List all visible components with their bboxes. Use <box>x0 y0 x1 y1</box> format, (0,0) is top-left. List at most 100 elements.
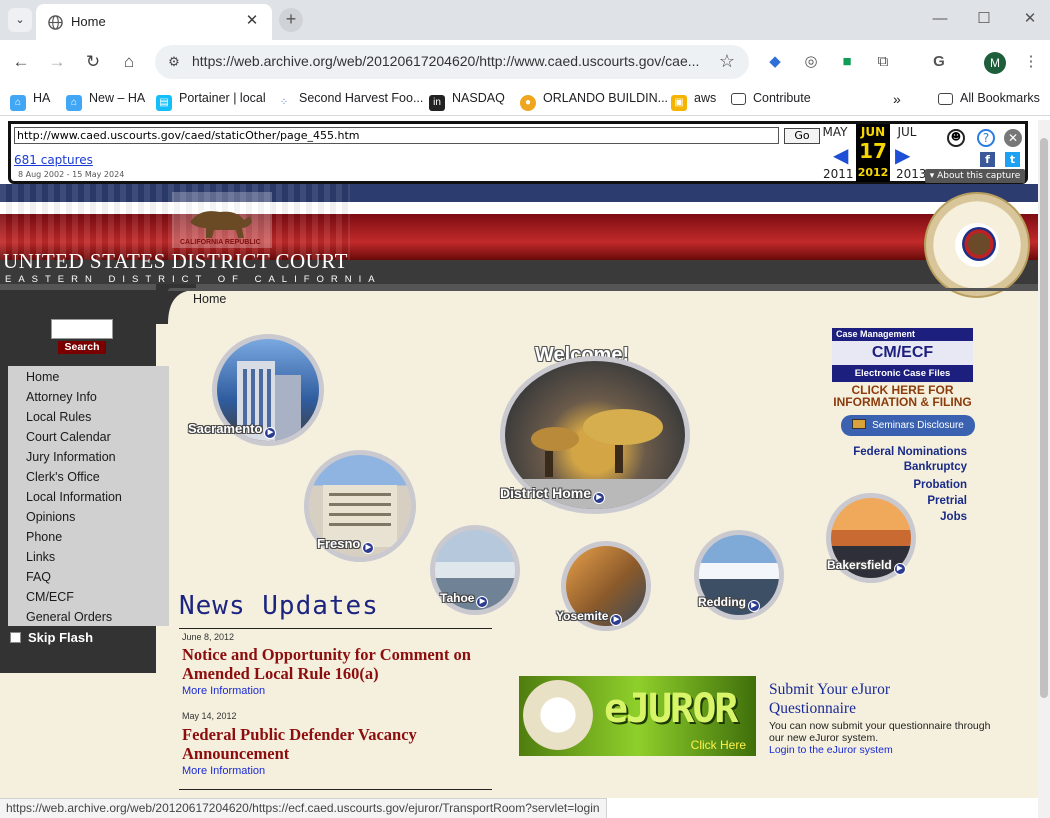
site-info-icon[interactable]: ⚙ <box>163 51 185 73</box>
grammarly-icon[interactable]: ◎ <box>801 52 821 72</box>
yosemite-link[interactable]: Yosemite ▶ <box>556 609 623 626</box>
next-month[interactable]: JUL <box>889 125 925 139</box>
extension-green-icon[interactable]: ■ <box>837 52 857 72</box>
kebab-menu-icon[interactable]: ⋮ <box>1021 52 1041 72</box>
nav-jury-information[interactable]: Jury Information <box>26 450 116 464</box>
all-bookmarks[interactable]: All Bookmarks <box>938 91 1040 109</box>
cmecf-info-link[interactable]: CLICK HERE FOR INFORMATION & FILING <box>832 384 973 408</box>
captures-link[interactable]: 681 captures <box>14 153 93 167</box>
prev-capture-arrow-icon[interactable]: ◀ <box>833 143 848 167</box>
bankruptcy-link[interactable]: Bankruptcy <box>904 461 967 473</box>
bookmark-contribute[interactable]: Contribute <box>731 91 811 109</box>
more-bookmarks-chevron-icon[interactable]: » <box>893 91 901 109</box>
nav-local-rules[interactable]: Local Rules <box>26 410 91 424</box>
cmecf-label-2: CM/ECF <box>832 341 973 365</box>
jobs-link[interactable]: Jobs <box>940 511 967 523</box>
user-icon[interactable]: ☻ <box>947 129 965 147</box>
tab-strip: ⌄ Home ✕ + — ☐ ✕ <box>0 0 1050 40</box>
news-headline[interactable]: Notice and Opportunity for Comment on Am… <box>182 645 512 683</box>
scrollbar-thumb[interactable] <box>1040 138 1048 698</box>
close-window-button[interactable]: ✕ <box>1015 8 1045 30</box>
nav-local-information[interactable]: Local Information <box>26 490 122 504</box>
site-search-input[interactable] <box>51 319 113 339</box>
current-year: 2012 <box>857 166 889 179</box>
next-capture-arrow-icon[interactable]: ▶ <box>895 143 910 167</box>
nav-opinions[interactable]: Opinions <box>26 510 75 524</box>
content-top-border <box>168 288 1038 291</box>
minimize-button[interactable]: — <box>925 8 955 30</box>
active-tab[interactable]: Home ✕ <box>36 4 272 40</box>
bookmark-portainer[interactable]: ▤ Portainer | local <box>156 91 266 111</box>
current-day: 17 <box>859 139 887 163</box>
bookmark-new-ha[interactable]: ⌂ New – HA <box>66 91 145 111</box>
prev-year[interactable]: 2011 <box>823 167 854 181</box>
address-url[interactable]: https://web.archive.org/web/201206172046… <box>192 53 699 69</box>
current-month: JUN <box>860 125 886 139</box>
next-year[interactable]: 2013 <box>896 167 927 181</box>
home-icon[interactable]: ⌂ <box>117 50 141 74</box>
site-search-button[interactable]: Search <box>58 341 106 354</box>
federal-nominations-link[interactable]: Federal Nominations <box>853 446 967 458</box>
ejuror-title-link[interactable]: Submit Your eJuror Questionnaire <box>769 680 969 718</box>
sacramento-link[interactable]: Sacramento ▶ <box>188 421 277 439</box>
nav-home[interactable]: Home <box>26 370 59 384</box>
bookmark-second-harvest[interactable]: ⁘ Second Harvest Foo... <box>276 91 423 111</box>
facebook-icon[interactable]: f <box>980 152 995 167</box>
nav-attorney-info[interactable]: Attorney Info <box>26 390 97 404</box>
play-arrow-icon: ▶ <box>893 563 906 575</box>
nav-clerks-office[interactable]: Clerk's Office <box>26 470 100 484</box>
bookmark-star-icon[interactable]: ☆ <box>719 51 735 72</box>
puzzle-extensions-icon[interactable]: ⧉ <box>873 52 893 72</box>
bookmark-aws[interactable]: ▣ aws <box>671 91 716 111</box>
wayback-go-button[interactable]: Go <box>784 128 820 144</box>
help-icon[interactable]: ? <box>977 129 995 147</box>
redding-link[interactable]: Redding ▶ <box>698 595 760 612</box>
close-wayback-icon[interactable]: ✕ <box>1004 129 1022 147</box>
nav-phone[interactable]: Phone <box>26 530 62 544</box>
district-home-link[interactable]: District Home ▶ <box>500 485 606 504</box>
about-capture-button[interactable]: ▾ About this capture <box>925 169 1025 183</box>
maximize-button[interactable]: ☐ <box>969 8 999 30</box>
ejuror-banner[interactable]: eJUROR Click Here <box>519 676 756 756</box>
pretrial-link[interactable]: Pretrial <box>927 495 967 507</box>
bookmark-nasdaq[interactable]: in NASDAQ <box>429 91 505 111</box>
bakersfield-link[interactable]: Bakersfield ▶ <box>827 558 906 575</box>
google-icon[interactable]: G <box>929 52 949 72</box>
court-seal-icon <box>523 680 593 750</box>
reload-icon[interactable]: ↻ <box>81 50 105 74</box>
bookmark-orlando[interactable]: ● ORLANDO BUILDIN... <box>520 91 668 111</box>
nav-links[interactable]: Links <box>26 550 55 564</box>
skip-flash-checkbox[interactable]: Skip Flash <box>10 630 93 645</box>
new-tab-button[interactable]: + <box>279 8 303 32</box>
nav-general-orders[interactable]: General Orders <box>26 610 112 624</box>
close-tab-icon[interactable]: ✕ <box>242 11 262 31</box>
nav-faq[interactable]: FAQ <box>26 570 51 584</box>
probation-link[interactable]: Probation <box>913 479 967 491</box>
page-scrollbar[interactable] <box>1038 120 1050 818</box>
twitter-icon[interactable]: t <box>1005 152 1020 167</box>
checkbox-icon[interactable] <box>10 632 21 643</box>
extension-icon[interactable]: ◆ <box>765 52 785 72</box>
nav-court-calendar[interactable]: Court Calendar <box>26 430 111 444</box>
news-more-link[interactable]: More Information <box>182 765 265 777</box>
forward-arrow-icon[interactable]: → <box>45 50 69 74</box>
tahoe-link[interactable]: Tahoe ▶ <box>440 591 489 608</box>
prev-month[interactable]: MAY <box>817 125 853 139</box>
current-capture: JUN 17 2012 <box>856 124 890 182</box>
home-assistant-icon: ⌂ <box>10 95 26 111</box>
tab-search-button[interactable]: ⌄ <box>8 8 32 32</box>
folder-icon <box>731 93 746 105</box>
seminars-disclosure-button[interactable]: Seminars Disclosure <box>841 415 975 436</box>
bookmark-ha[interactable]: ⌂ HA <box>10 91 50 111</box>
cmecf-banner[interactable]: Case Management CM/ECF Electronic Case F… <box>832 328 973 382</box>
fresno-link[interactable]: Fresno ▶ <box>317 536 375 554</box>
svg-text:CALIFORNIA REPUBLIC: CALIFORNIA REPUBLIC <box>180 239 261 246</box>
nav-cm-ecf[interactable]: CM/ECF <box>26 590 74 604</box>
profile-avatar[interactable]: M <box>984 52 1006 74</box>
news-more-link[interactable]: More Information <box>182 685 265 697</box>
wayback-url-input[interactable]: http://www.caed.uscourts.gov/caed/static… <box>14 127 779 144</box>
back-arrow-icon[interactable]: ← <box>9 50 33 74</box>
news-headline[interactable]: Federal Public Defender Vacancy Announce… <box>182 725 512 763</box>
address-bar[interactable]: ⚙ https://web.archive.org/web/2012061720… <box>155 45 749 79</box>
ejuror-login-link[interactable]: Login to the eJuror system <box>769 744 893 756</box>
